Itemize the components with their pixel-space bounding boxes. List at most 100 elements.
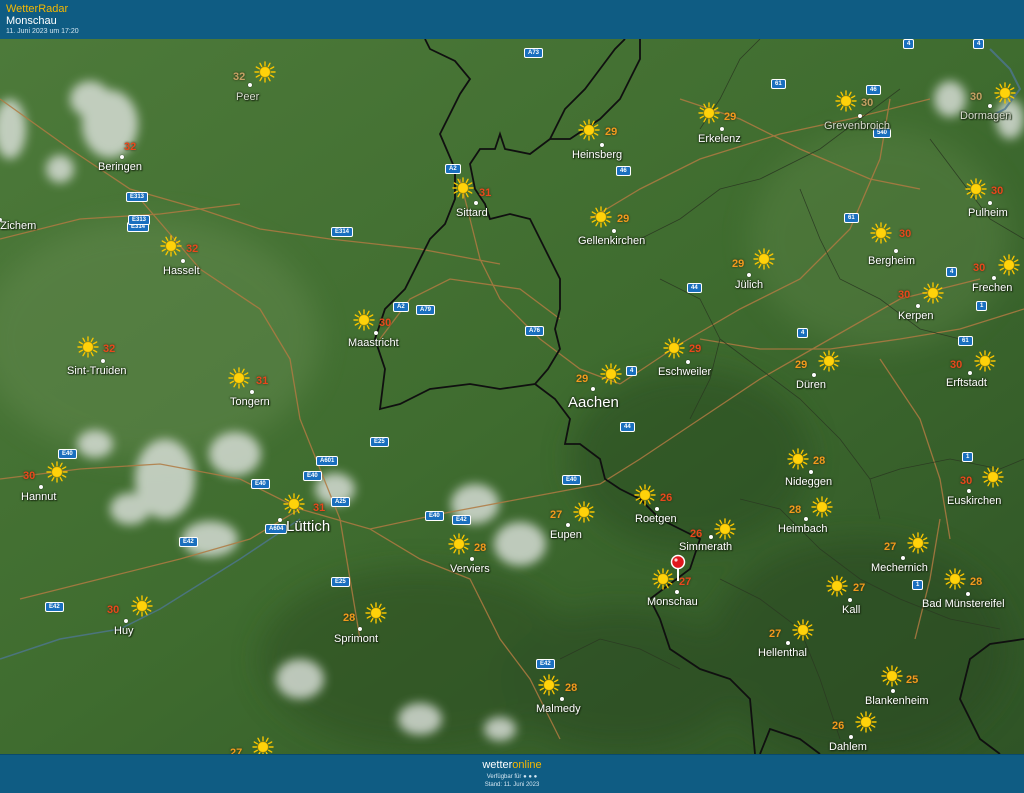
city-dot (720, 127, 724, 131)
temperature-value: 32 (186, 243, 199, 255)
road-sign: E40 (562, 475, 581, 485)
city-label[interactable]: Sittard (456, 207, 488, 219)
weather-map[interactable]: A73 A2 A2 A79 A76 E314 E313 E314 E313 E40 E40 E40 E4… (0, 39, 1024, 754)
sun-icon (538, 674, 560, 696)
city-label[interactable]: Nideggen (785, 476, 832, 488)
sun-icon (160, 235, 182, 257)
city-label[interactable]: Maastricht (348, 337, 399, 349)
road-sign: E42 (536, 659, 555, 669)
city-label[interactable]: Heimbach (778, 523, 828, 535)
temperature-value: 31 (256, 375, 269, 387)
temperature-value: 30 (991, 185, 1004, 197)
city-dot (358, 627, 362, 631)
sun-icon (994, 82, 1016, 104)
city-label[interactable]: Erkelenz (698, 133, 741, 145)
city-label[interactable]: Sprimont (334, 633, 378, 645)
road-sign: A604 (265, 524, 288, 534)
city-label[interactable]: Peer (236, 91, 259, 103)
city-label[interactable]: Heinsberg (572, 149, 622, 161)
road-sign: A25 (331, 497, 351, 507)
sun-icon (283, 493, 305, 515)
road-sign: 1 (962, 452, 974, 462)
city-label[interactable]: Kerpen (898, 310, 933, 322)
temperature-value: 29 (689, 343, 702, 355)
sun-icon (835, 90, 857, 112)
city-label[interactable]: Pulheim (968, 207, 1008, 219)
city-label[interactable]: Dahlem (829, 741, 867, 753)
road-sign: A76 (525, 326, 545, 336)
stand-text: Stand: 11. Juni 2023 (484, 782, 540, 788)
city-label[interactable]: Malmedy (536, 703, 581, 715)
city-dot (591, 387, 595, 391)
city-label[interactable]: Gellenkirchen (578, 235, 645, 247)
city-label[interactable]: Simmerath (679, 541, 732, 553)
sun-icon (826, 575, 848, 597)
city-label[interactable]: Bad Münstereifel (922, 598, 1005, 610)
temperature-value: 32 (124, 141, 137, 153)
road-sign: 1 (976, 301, 988, 311)
city-label[interactable]: Aachen (568, 394, 619, 411)
city-label[interactable]: Roetgen (635, 513, 677, 525)
sun-icon (452, 177, 474, 199)
city-dot (967, 489, 971, 493)
city-label[interactable]: Kall (842, 604, 860, 616)
temperature-value: 30 (950, 359, 963, 371)
city-dot (600, 143, 604, 147)
city-label[interactable]: Düren (796, 379, 826, 391)
temperature-value: 28 (474, 542, 487, 554)
sun-icon (974, 350, 996, 372)
city-dot (709, 535, 713, 539)
city-label[interactable]: Tongern (230, 396, 270, 408)
city-label[interactable]: Huy (114, 625, 134, 637)
sun-icon (792, 619, 814, 641)
sun-icon (634, 484, 656, 506)
city-dot (278, 518, 282, 522)
sun-icon (365, 602, 387, 624)
sun-icon (77, 336, 99, 358)
city-label[interactable]: Bergheim (868, 255, 915, 267)
location-title: Monschau (6, 15, 57, 27)
city-label[interactable]: Verviers (450, 563, 490, 575)
sun-icon (818, 350, 840, 372)
city-label[interactable]: Jülich (735, 279, 763, 291)
temperature-value: 25 (906, 674, 919, 686)
road-sign: A79 (416, 305, 436, 315)
temperature-value: 27 (769, 628, 782, 640)
city-label[interactable]: Dormagen (960, 110, 1011, 122)
header-bar: WetterRadar Monschau 11. Juni 2023 um 17… (0, 0, 1024, 40)
city-label[interactable]: Beringen (98, 161, 142, 173)
road-sign: 61 (771, 79, 786, 89)
city-label[interactable]: Eupen (550, 529, 582, 541)
temperature-value: 30 (899, 228, 912, 240)
city-label[interactable]: Eschweiler (658, 366, 711, 378)
city-label[interactable]: Grevenbroich (824, 120, 890, 132)
city-label[interactable]: Sint-Truiden (67, 365, 127, 377)
city-label[interactable]: Blankenheim (865, 695, 929, 707)
road-sign: E40 (303, 471, 322, 481)
city-label[interactable]: Hellenthal (758, 647, 807, 659)
city-label[interactable]: Hannut (21, 491, 56, 503)
app-brand: WetterRadar (6, 3, 69, 15)
city-dot (809, 470, 813, 474)
temperature-value: 30 (970, 91, 983, 103)
city-label[interactable]: Lüttich (286, 518, 330, 535)
city-label[interactable]: el-Zichem (0, 220, 36, 232)
city-dot (566, 523, 570, 527)
brand-logo[interactable]: wetteronline (0, 759, 1024, 771)
sun-icon (811, 496, 833, 518)
sun-icon (753, 248, 775, 270)
city-dot (968, 371, 972, 375)
city-label[interactable]: Monschau (647, 596, 698, 608)
location-pin-icon[interactable] (668, 554, 688, 582)
city-dot (470, 557, 474, 561)
city-dot (124, 619, 128, 623)
city-label[interactable]: Euskirchen (947, 495, 1001, 507)
city-label[interactable]: Hasselt (163, 265, 200, 277)
city-label[interactable]: Frechen (972, 282, 1012, 294)
city-dot (786, 641, 790, 645)
road-sign: E42 (179, 537, 198, 547)
temperature-value: 28 (813, 455, 826, 467)
city-label[interactable]: Mechernich (871, 562, 928, 574)
city-dot (891, 689, 895, 693)
city-label[interactable]: Erftstadt (946, 377, 987, 389)
